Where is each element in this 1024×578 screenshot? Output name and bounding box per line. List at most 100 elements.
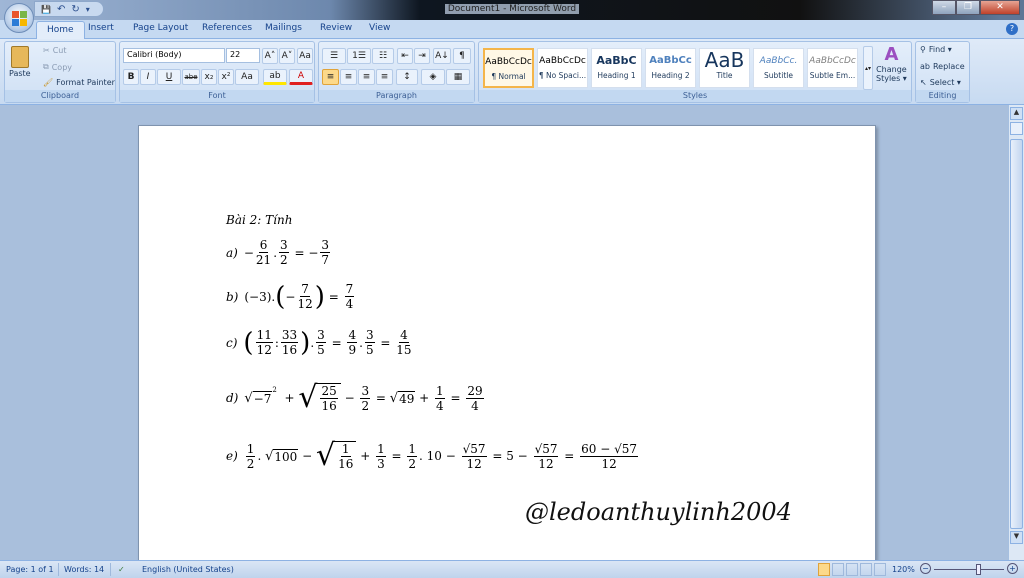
grow-font-button[interactable]: A˄: [262, 48, 278, 64]
multilevel-list-button[interactable]: ☷: [372, 48, 394, 64]
close-button[interactable]: ✕: [980, 0, 1020, 15]
shrink-font-button[interactable]: A˅: [279, 48, 295, 64]
zoom-slider[interactable]: [934, 569, 1004, 570]
vertical-scrollbar[interactable]: ▲ ▼: [1008, 105, 1024, 560]
numerator: 1: [407, 441, 418, 457]
help-icon[interactable]: ?: [1006, 23, 1018, 35]
math-text: +: [356, 449, 375, 463]
draft-view-icon[interactable]: [874, 563, 886, 576]
styles-scroll[interactable]: ▴▾: [863, 46, 873, 90]
shading-button[interactable]: ◈: [421, 69, 445, 85]
decrease-indent-button[interactable]: ⇤: [397, 48, 413, 64]
editing-group: ⚲ Find ▾ ab Replace ↖ Select ▾ Editing: [915, 41, 970, 103]
numbering-button[interactable]: 1☰: [347, 48, 371, 64]
math-fraction: √57 12: [533, 441, 559, 471]
style-preview: AaBbC: [596, 54, 637, 67]
replace-button[interactable]: ab Replace: [920, 62, 965, 71]
borders-button[interactable]: ▦: [446, 69, 470, 85]
scroll-down-button[interactable]: ▼: [1010, 531, 1023, 544]
sort-button[interactable]: A↓: [433, 48, 451, 64]
align-left-button[interactable]: ≡: [322, 69, 339, 85]
highlight-button[interactable]: ab: [263, 69, 287, 85]
center-button[interactable]: ≡: [340, 69, 357, 85]
office-button[interactable]: [4, 3, 34, 33]
style-heading-1[interactable]: AaBbC Heading 1: [591, 48, 642, 88]
show-formatting-button[interactable]: ¶: [453, 48, 471, 64]
document-page[interactable]: Bài 2: Tính a) −6 21. 3 2 = −3 7 b) (−3).(−7 12)…: [138, 125, 876, 565]
math-fraction: 13: [376, 442, 386, 471]
numerator: 29: [466, 383, 484, 399]
font-color-button[interactable]: A: [289, 69, 313, 85]
italic-button[interactable]: I: [140, 69, 156, 85]
tab-mailings[interactable]: Mailings: [265, 23, 302, 33]
numerator: √57: [533, 441, 559, 457]
denominator: 16: [338, 457, 354, 471]
style-normal[interactable]: AaBbCcDc ¶ Normal: [483, 48, 534, 88]
scroll-up-button[interactable]: ▲: [1010, 107, 1023, 120]
styles-label: Styles: [479, 90, 911, 102]
math-text: .: [257, 449, 266, 463]
tab-references[interactable]: References: [202, 23, 252, 33]
format-painter-button[interactable]: 🖌 Format Painter: [43, 78, 115, 87]
undo-icon[interactable]: ↶: [57, 4, 65, 15]
full-screen-view-icon[interactable]: [832, 563, 844, 576]
tab-view[interactable]: View: [369, 23, 390, 33]
paste-button[interactable]: Paste: [9, 46, 31, 78]
redo-icon[interactable]: ↻: [71, 4, 79, 15]
find-button[interactable]: ⚲ Find ▾: [920, 45, 952, 54]
word-count[interactable]: Words: 14: [64, 565, 104, 574]
tab-page-layout[interactable]: Page Layout: [133, 23, 188, 33]
minimize-button[interactable]: –: [932, 0, 956, 15]
scroll-thumb[interactable]: [1010, 139, 1023, 529]
align-right-button[interactable]: ≡: [358, 69, 375, 85]
style-title[interactable]: AaB Title: [699, 48, 750, 88]
clear-formatting-button[interactable]: Aa: [297, 48, 313, 64]
zoom-in-button[interactable]: +: [1007, 563, 1018, 574]
bold-button[interactable]: B: [123, 69, 139, 85]
tab-home[interactable]: Home: [36, 21, 85, 39]
language[interactable]: English (United States): [142, 565, 234, 574]
tab-review[interactable]: Review: [320, 23, 352, 33]
brush-icon: 🖌: [43, 78, 54, 87]
math-text: = 5 −: [488, 449, 532, 463]
restore-button[interactable]: ❐: [956, 0, 980, 15]
subscript-button[interactable]: x₂: [201, 69, 217, 85]
customize-qat-icon[interactable]: ▾: [86, 5, 90, 14]
outline-view-icon[interactable]: [860, 563, 872, 576]
style-no-spaci[interactable]: AaBbCcDc ¶ No Spaci...: [537, 48, 588, 88]
web-layout-view-icon[interactable]: [846, 563, 858, 576]
cut-button[interactable]: ✂ Cut: [43, 46, 67, 55]
proofing-icon[interactable]: ✓: [118, 565, 125, 574]
zoom-out-button[interactable]: −: [920, 563, 931, 574]
select-button[interactable]: ↖ Select ▾: [920, 78, 961, 87]
math-text: = −: [290, 245, 319, 260]
page-count[interactable]: Page: 1 of 1: [6, 565, 54, 574]
save-icon[interactable]: 💾: [41, 5, 51, 14]
font-size-select[interactable]: 22: [226, 48, 260, 63]
style-subtle-em[interactable]: AaBbCcDc Subtle Em...: [807, 48, 858, 88]
style-preview: AaBbCc: [649, 55, 692, 66]
justify-button[interactable]: ≡: [376, 69, 393, 85]
strikethrough-button[interactable]: abe: [182, 69, 200, 85]
copy-button[interactable]: ⧉ Copy: [43, 62, 72, 72]
change-styles-button[interactable]: A Change Styles ▾: [876, 44, 907, 83]
style-subtitle[interactable]: AaBbCc. Subtitle: [753, 48, 804, 88]
zoom-slider-thumb[interactable]: [975, 564, 981, 575]
print-layout-view-icon[interactable]: [818, 563, 830, 576]
math-text: =: [327, 335, 346, 350]
change-case-button[interactable]: Aa: [235, 69, 259, 85]
numerator: 7: [344, 282, 355, 297]
style-heading-2[interactable]: AaBbCc Heading 2: [645, 48, 696, 88]
increase-indent-button[interactable]: ⇥: [414, 48, 430, 64]
zoom-level[interactable]: 120%: [892, 565, 915, 574]
tab-insert[interactable]: Insert: [88, 23, 114, 33]
equation-label: c): [226, 335, 238, 350]
ruler-toggle[interactable]: [1010, 122, 1023, 135]
font-name-select[interactable]: Calibri (Body): [123, 48, 225, 63]
superscript-button[interactable]: x²: [218, 69, 234, 85]
underline-button[interactable]: U: [157, 69, 181, 85]
numerator: 1: [376, 441, 386, 457]
bullets-button[interactable]: ☰: [322, 48, 346, 64]
line-spacing-button[interactable]: ↕: [396, 69, 418, 85]
equation-label: e): [226, 449, 238, 463]
